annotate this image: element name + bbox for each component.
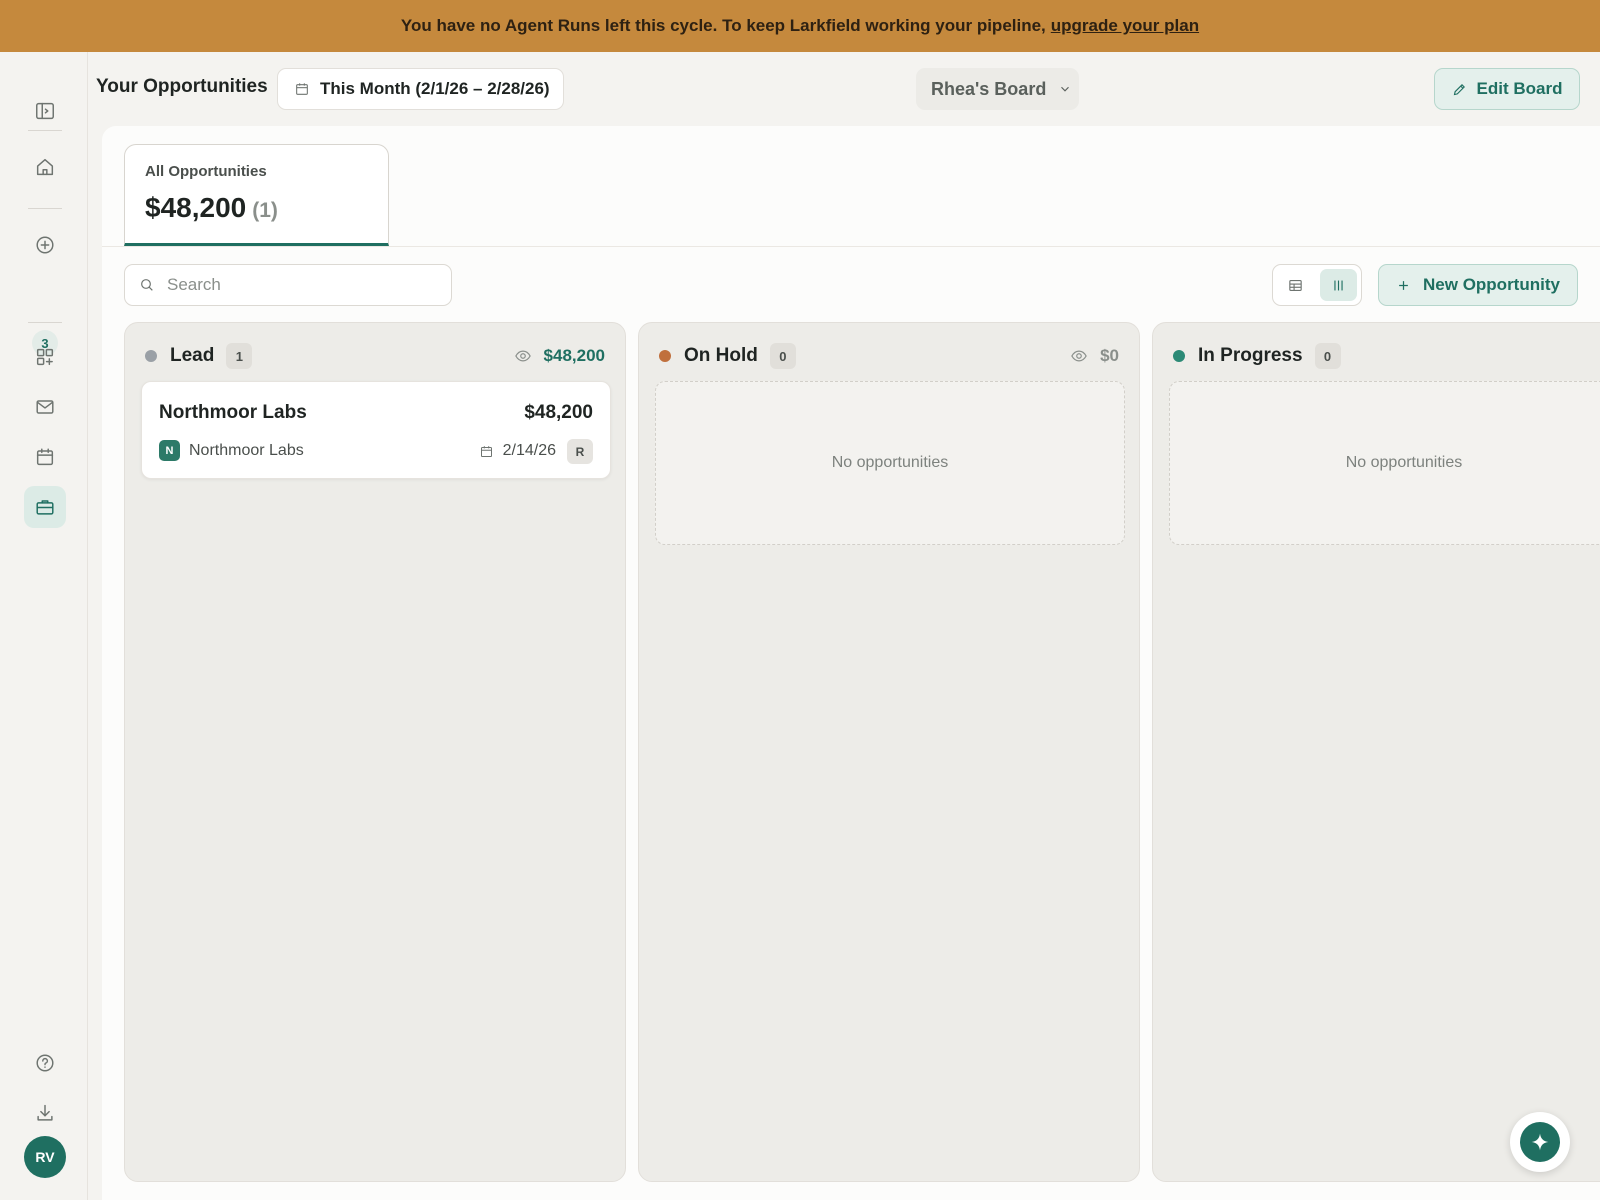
empty-state: No opportunities [1169,381,1600,545]
upgrade-plan-link[interactable]: upgrade your plan [1051,16,1199,36]
eye-icon [1071,350,1087,362]
edit-board-label: Edit Board [1476,79,1563,98]
column-in-progress: In Progress 0 No opportunities [1152,322,1600,1182]
new-opportunity-label: New Opportunity [1423,275,1560,294]
column-total[interactable]: $0 [1070,346,1119,366]
sidebar-item-home[interactable] [24,146,66,188]
page-title: Your Opportunities [96,76,268,97]
assistant-button[interactable] [1510,1112,1570,1172]
opportunity-card[interactable]: Northmoor Labs $48,200 N Northmoor Labs … [141,381,611,479]
search-input[interactable] [167,275,427,295]
user-avatar[interactable]: RV [24,1136,66,1178]
tab-divider [102,246,1600,247]
sidebar: 3 RV [0,52,88,1200]
eye-icon [514,350,531,362]
column-lead: Lead 1 $48,200 Northmoor Labs $48,200 N … [124,322,626,1182]
new-opportunity-button[interactable]: New Opportunity [1378,264,1578,306]
briefcase-icon [36,500,54,515]
home-icon [36,158,54,176]
chevron-down-icon [1061,86,1070,92]
close-date-value: 2/14/26 [502,442,556,459]
date-range-label: This Month (2/1/26 – 2/28/26) [320,79,550,98]
empty-state: No opportunities [655,381,1125,545]
column-count: 0 [1314,343,1341,369]
column-header: On Hold 0 $0 [659,341,1119,371]
status-dot [1173,350,1185,362]
help-icon [36,1054,54,1072]
columns-icon [1334,280,1343,290]
sidebar-item-help[interactable] [24,1042,66,1084]
column-total-value: $0 [1100,346,1119,365]
main-panel: All Opportunities $48,200(1) New Opportu… [102,126,1600,1200]
tab-all-opportunities[interactable]: All Opportunities $48,200 (1) [124,144,389,246]
sidebar-toggle-button[interactable] [24,90,66,132]
close-date: 2/14/26 [479,442,556,460]
board-selector[interactable]: Rhea's Board [916,68,1079,110]
company-logo: N [159,440,180,461]
summary-count: (1) [252,199,278,222]
date-range-picker[interactable]: This Month (2/1/26 – 2/28/26) [277,68,564,110]
calendar-icon [296,83,308,95]
summary-value: $48,200 [145,192,247,223]
column-header: In Progress 0 [1173,341,1600,371]
pencil-icon [1453,83,1465,95]
plus-circle-icon [36,236,54,254]
opportunity-title: Northmoor Labs [159,402,307,423]
sidebar-divider [28,322,62,323]
download-icon [37,1104,53,1121]
status-dot [145,350,157,362]
column-title: Lead [170,345,215,366]
sidebar-item-create[interactable] [24,224,66,266]
column-on-hold: On Hold 0 $0 No opportunities [638,322,1140,1182]
sidebar-divider [28,208,62,209]
edit-board-button[interactable]: Edit Board [1434,68,1580,110]
table-view-button[interactable] [1277,269,1314,301]
sidebar-item-mail[interactable] [24,386,66,428]
table-icon [1289,279,1302,291]
company-name: Northmoor Labs [189,441,304,459]
sidebar-item-calendar[interactable] [24,436,66,478]
apps-icon [36,348,54,366]
status-dot [659,350,671,362]
mail-icon [36,400,54,414]
opportunity-amount: $48,200 [524,402,593,423]
column-count: 0 [769,343,796,369]
plus-icon [1399,280,1408,290]
banner-text: You have no Agent Runs left this cycle. … [400,16,1046,35]
column-header: Lead 1 $48,200 [145,341,605,371]
company-chip: N Northmoor Labs [159,440,304,461]
assistant-button-core [1520,1122,1560,1162]
sparkle-icon [1531,1133,1549,1151]
board-name: Rhea's Board [931,78,1047,99]
owner-avatar: R [567,439,593,464]
calendar-icon [480,445,492,457]
column-title: On Hold [684,345,758,366]
summary-label: All Opportunities [145,163,267,180]
sidebar-divider [28,130,62,131]
column-total[interactable]: $48,200 [514,346,605,366]
search-icon [141,279,153,291]
column-count: 1 [226,343,253,369]
board-view-button[interactable] [1320,269,1357,301]
sidebar-item-download[interactable] [24,1092,66,1134]
view-toggle [1272,264,1362,306]
column-total-value: $48,200 [543,346,605,365]
sidebar-item-apps[interactable] [24,336,66,378]
upgrade-banner: You have no Agent Runs left this cycle. … [0,0,1600,52]
sidebar-item-opportunities[interactable] [24,486,66,528]
sidebar-toggle-icon [36,102,54,120]
search-field[interactable] [124,264,452,306]
calendar-icon [36,448,54,466]
column-title: In Progress [1198,345,1303,366]
summary-total: $48,200 (1) [145,192,368,224]
